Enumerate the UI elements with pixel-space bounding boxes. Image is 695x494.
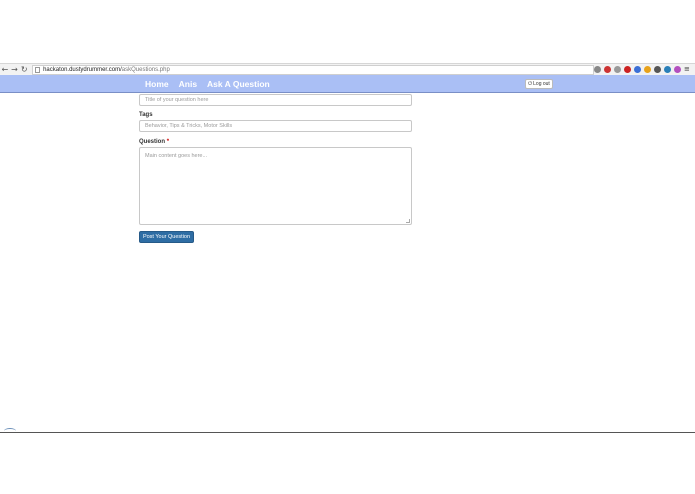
tags-placeholder: Behavior, Tips & Tricks, Motor Skills	[145, 123, 233, 129]
required-mark: *	[166, 139, 170, 145]
forward-arrow-icon[interactable]: →	[10, 65, 20, 75]
stop-icon[interactable]	[624, 66, 631, 73]
page: ← → ↻ hackaton.dustydrummer.com/ askQues…	[0, 0, 695, 494]
url-path: askQuestions.php	[121, 66, 170, 73]
star-icon[interactable]	[614, 66, 621, 73]
translate-icon[interactable]	[634, 66, 641, 73]
question-textarea[interactable]: Main content goes here...	[139, 147, 412, 225]
nav-link-anis[interactable]: Anis	[179, 79, 197, 89]
bookmark-icon[interactable]	[594, 66, 601, 73]
back-arrow-icon[interactable]: ←	[0, 65, 10, 75]
question-title-input[interactable]: Title of your question here	[139, 94, 412, 106]
tags-label: Tags	[139, 112, 153, 118]
question-label-text: Question	[139, 139, 166, 145]
flag-icon[interactable]	[604, 66, 611, 73]
tags-input[interactable]: Behavior, Tips & Tricks, Motor Skills	[139, 120, 412, 132]
url-host: hackaton.dustydrummer.com/	[43, 66, 122, 73]
title-placeholder: Title of your question here	[145, 97, 209, 103]
logout-label: Log out	[533, 81, 550, 87]
nav-link-home[interactable]: Home	[145, 79, 169, 89]
page-icon	[35, 66, 41, 73]
logout-button[interactable]: ⏻ Log out	[525, 79, 553, 89]
question-placeholder: Main content goes here...	[145, 153, 208, 159]
post-question-button[interactable]: Post Your Question	[139, 231, 194, 243]
smiley-icon[interactable]	[644, 66, 651, 73]
recycle-icon[interactable]	[654, 66, 661, 73]
extension-icons: ≡	[594, 66, 691, 73]
address-field[interactable]: hackaton.dustydrummer.com/ askQuestions.…	[32, 64, 594, 75]
site-navbar: Home Anis Ask A Question ⏻ Log out	[0, 75, 695, 93]
power-icon: ⏻	[528, 81, 533, 87]
menu-icon[interactable]: ≡	[684, 66, 691, 73]
paint-icon[interactable]	[674, 66, 681, 73]
bottom-divider	[0, 432, 695, 433]
browser-toolbar: ← → ↻ hackaton.dustydrummer.com/ askQues…	[0, 63, 695, 75]
taskbar-icon	[4, 428, 16, 434]
reload-icon[interactable]: ↻	[19, 65, 29, 75]
globe-icon[interactable]	[664, 66, 671, 73]
nav-link-ask-question[interactable]: Ask A Question	[207, 79, 270, 89]
question-label: Question *	[139, 139, 169, 145]
resize-handle-icon[interactable]	[406, 219, 410, 223]
